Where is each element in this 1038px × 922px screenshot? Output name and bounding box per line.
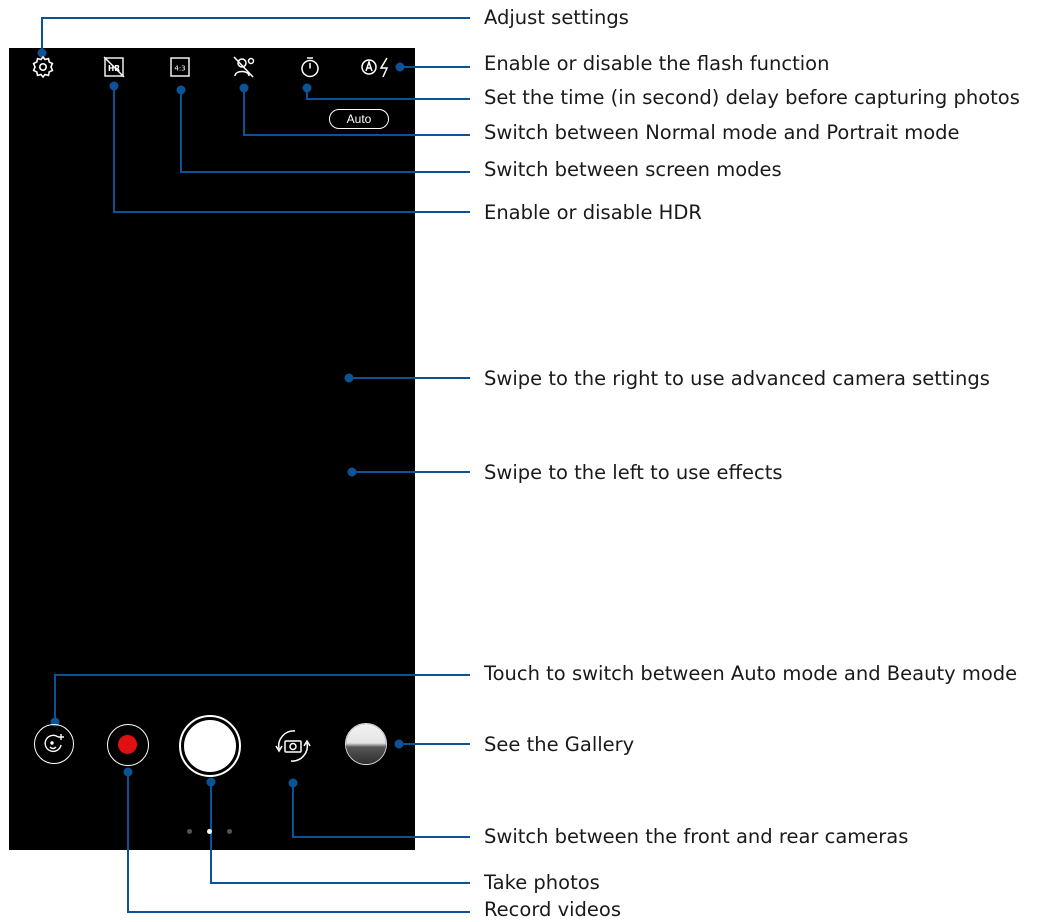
flash-mode-badge[interactable]: Auto (329, 109, 389, 129)
leader-record-videos (127, 772, 470, 913)
flash-auto-icon[interactable] (359, 54, 399, 80)
leader-dot (206, 777, 216, 787)
leader-dot (288, 778, 298, 788)
gallery-thumbnail-icon (346, 724, 386, 764)
callout-switch-camera: Switch between the front and rear camera… (484, 825, 909, 848)
aspect-ratio-icon[interactable]: 4:3 (167, 54, 193, 80)
shutter-button[interactable] (179, 715, 241, 777)
shutter-icon (184, 720, 236, 772)
leader-adjust-settings (41, 17, 470, 53)
leader-hdr (113, 86, 470, 213)
leader-dot (176, 85, 186, 95)
timer-icon[interactable] (297, 54, 323, 80)
callout-flash: Enable or disable the flash function (484, 52, 830, 75)
callout-advanced: Swipe to the right to use advanced camer… (484, 367, 990, 390)
callout-screen-modes: Switch between screen modes (484, 158, 782, 181)
callout-beauty: Touch to switch between Auto mode and Be… (484, 662, 1018, 685)
switch-camera-icon (275, 730, 311, 762)
leader-dot (302, 83, 312, 93)
callout-effects: Swipe to the left to use effects (484, 461, 783, 484)
leader-dot (394, 739, 404, 749)
page-indicator-dot[interactable] (187, 829, 192, 834)
leader-dot (123, 767, 133, 777)
leader-beauty (54, 674, 470, 722)
callout-adjust-settings: Adjust settings (484, 6, 629, 29)
hdr-off-icon[interactable]: HR (101, 54, 127, 80)
page-indicator-dot[interactable] (227, 829, 232, 834)
leader-dot (109, 81, 119, 91)
callout-timer: Set the time (in second) delay before ca… (484, 86, 1020, 109)
record-icon (118, 735, 137, 754)
portrait-off-icon[interactable] (231, 54, 257, 80)
record-button[interactable] (107, 724, 149, 766)
callout-take-photos: Take photos (484, 871, 600, 894)
leader-dot (347, 467, 357, 477)
callout-portrait: Switch between Normal mode and Portrait … (484, 121, 960, 144)
svg-text:4:3: 4:3 (174, 65, 185, 73)
beauty-mode-icon (44, 734, 64, 753)
leader-screen-modes (180, 90, 470, 173)
callout-hdr: Enable or disable HDR (484, 201, 702, 224)
leader-take-photos (210, 782, 470, 884)
callout-gallery: See the Gallery (484, 733, 635, 756)
leader-dot (344, 373, 354, 383)
gear-icon[interactable] (30, 54, 56, 80)
switch-camera-button[interactable] (272, 725, 314, 767)
leader-dot (239, 83, 249, 93)
callout-record-videos: Record videos (484, 898, 621, 921)
leader-timer (306, 88, 470, 100)
beauty-mode-button[interactable] (34, 724, 74, 764)
leader-switch-camera (292, 783, 470, 838)
gallery-button[interactable] (345, 723, 387, 765)
diagram: HR 4:3 Auto Adjust settings Enable or di… (0, 0, 1038, 922)
page-indicator-dot-active[interactable] (207, 829, 212, 834)
